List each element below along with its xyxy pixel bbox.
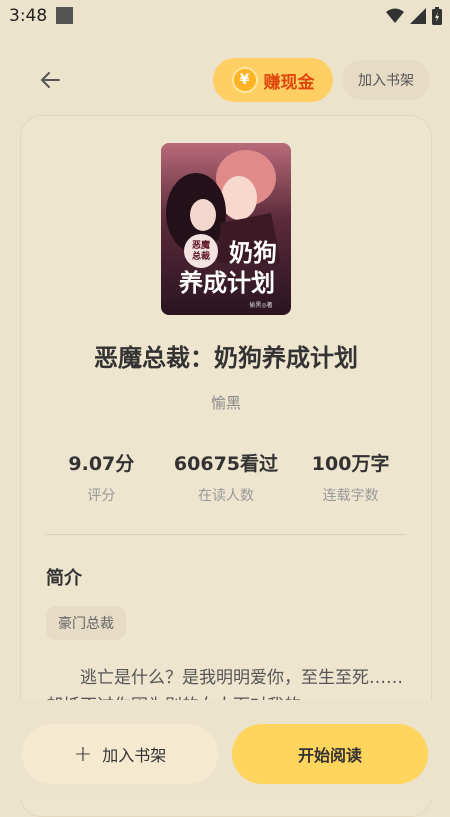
stat-readers-label: 在读人数: [197, 488, 254, 504]
notification-icon: [56, 7, 73, 24]
earn-cash-button[interactable]: ¥ 赚现金: [213, 58, 333, 102]
stat-rating-value: 9.07分: [68, 453, 135, 475]
add-to-shelf-label: 加入书架: [102, 746, 167, 765]
signal-icon: [410, 8, 426, 24]
status-time: 3:48: [9, 6, 48, 26]
plus-icon: +: [73, 741, 93, 767]
cover-illustration: 恶魔 总裁 奶狗 养成计划 偷黑◎著: [161, 143, 291, 315]
earn-cash-label: 赚现金: [263, 72, 315, 93]
status-icons: [386, 7, 442, 25]
stat-readers-value: 60675看过: [173, 453, 279, 475]
genre-tag[interactable]: 豪门总裁: [46, 606, 126, 640]
add-to-shelf-button[interactable]: + 加入书架: [22, 724, 218, 784]
book-author[interactable]: 愉黑: [21, 392, 431, 413]
arrow-left-icon: [41, 72, 60, 88]
book-stats: 9.07分 评分 60675看过 在读人数 100万字 连载字数: [21, 449, 431, 505]
add-to-shelf-top-button[interactable]: 加入书架: [342, 60, 430, 100]
stat-rating: 9.07分 评分: [41, 449, 161, 505]
start-reading-button[interactable]: 开始阅读: [232, 724, 428, 784]
stat-wordcount-value: 100万字: [311, 453, 390, 475]
cover-title-line2: 养成计划: [178, 268, 275, 297]
stat-wordcount: 100万字 连载字数: [291, 449, 411, 505]
cover-badge-line1: 恶魔: [192, 239, 210, 251]
wifi-icon: [386, 8, 404, 23]
divider: [46, 534, 406, 535]
cover-badge-line2: 总裁: [192, 250, 210, 262]
intro-heading: 简介: [46, 568, 82, 589]
book-title: 恶魔总裁：奶狗养成计划: [94, 344, 358, 372]
stat-rating-label: 评分: [87, 488, 116, 504]
cover-title-line1: 奶狗: [229, 238, 277, 267]
stat-readers: 60675看过 在读人数: [166, 449, 286, 505]
stat-wordcount-label: 连载字数: [322, 488, 379, 504]
battery-icon: [432, 7, 442, 25]
back-button[interactable]: [34, 64, 66, 96]
book-cover[interactable]: 恶魔 总裁 奶狗 养成计划 偷黑◎著: [161, 143, 291, 315]
status-bar: 3:48: [0, 0, 450, 34]
cover-author: 偷黑◎著: [249, 301, 272, 309]
coin-icon: ¥: [231, 67, 258, 93]
